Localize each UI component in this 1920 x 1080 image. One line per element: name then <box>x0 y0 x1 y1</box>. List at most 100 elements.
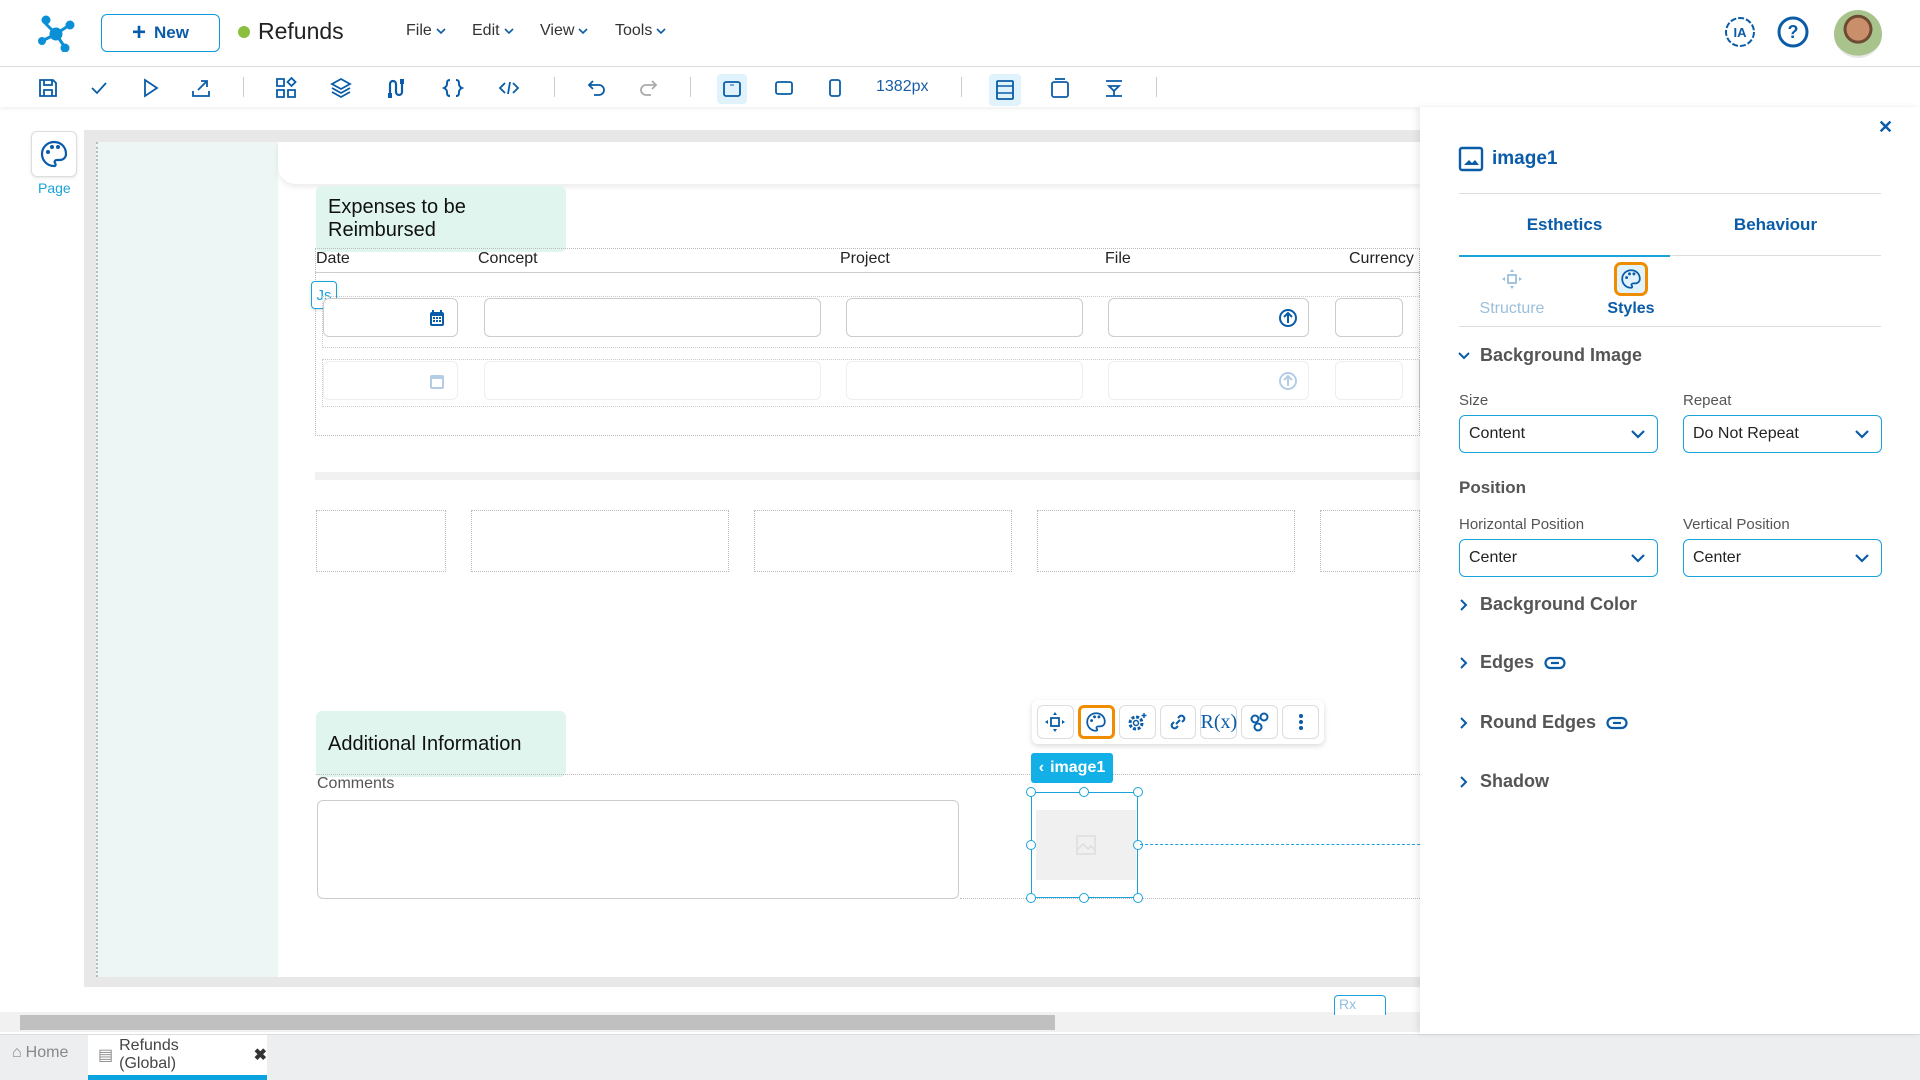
column-header-date[interactable]: Date <box>316 250 350 268</box>
accordion-shadow[interactable]: Shadow <box>1458 771 1549 792</box>
play-icon[interactable] <box>136 74 164 102</box>
calendar-icon[interactable] <box>427 371 447 391</box>
grid-cell[interactable] <box>1320 510 1420 572</box>
project-input[interactable] <box>846 361 1083 400</box>
vertical-position-select[interactable]: Center <box>1683 539 1882 577</box>
active-tab-indicator <box>1459 255 1670 257</box>
menu-file[interactable]: File <box>406 22 446 40</box>
window-icon[interactable] <box>1046 74 1074 102</box>
date-input[interactable] <box>323 361 458 400</box>
braces-icon[interactable] <box>439 74 467 102</box>
rx-badge[interactable]: Rx <box>1334 995 1386 1015</box>
column-header-concept[interactable]: Concept <box>478 250 538 268</box>
section-title-expenses[interactable]: Expenses to be Reimbursed <box>316 186 566 252</box>
tablet-view-icon[interactable] <box>770 74 798 102</box>
currency-input[interactable] <box>1335 298 1403 337</box>
subtab-styles[interactable]: Styles <box>1601 262 1661 318</box>
header-container[interactable] <box>278 142 1420 184</box>
date-input[interactable] <box>323 298 458 337</box>
tab-refunds[interactable]: ▤ Refunds (Global) ✖ <box>88 1035 267 1080</box>
resize-handle[interactable] <box>1133 893 1143 903</box>
accordion-background-color[interactable]: Background Color <box>1458 594 1637 615</box>
column-header-file[interactable]: File <box>1105 250 1131 268</box>
selected-element-tag[interactable]: ‹ image1 <box>1031 753 1113 783</box>
link-button[interactable] <box>1159 705 1197 739</box>
grid-cell[interactable] <box>471 510 729 572</box>
code-icon[interactable] <box>495 74 523 102</box>
toolbar-divider <box>1156 77 1157 97</box>
desktop-view-icon[interactable] <box>717 74 747 104</box>
menu-tools[interactable]: Tools <box>615 22 666 40</box>
grid-cell[interactable] <box>754 510 1012 572</box>
grid-cell[interactable] <box>1037 510 1295 572</box>
menu-view[interactable]: View <box>540 22 588 40</box>
resize-handle[interactable] <box>1079 893 1089 903</box>
tab-home[interactable]: ⌂ Home <box>12 1044 68 1062</box>
calendar-icon[interactable] <box>427 308 447 328</box>
section-title-additional-info[interactable]: Additional Information <box>316 711 566 777</box>
column-header-currency[interactable]: Currency <box>1349 250 1414 268</box>
more-vertical-icon <box>1298 714 1303 730</box>
styles-button[interactable] <box>1077 705 1115 739</box>
subtab-structure[interactable]: Structure <box>1475 262 1549 318</box>
resize-handle[interactable] <box>1133 840 1143 850</box>
link-icon[interactable] <box>1606 716 1628 730</box>
help-icon[interactable]: ? <box>1776 15 1810 49</box>
behaviour-settings-button[interactable] <box>1118 705 1156 739</box>
more-options-button[interactable] <box>1282 705 1319 739</box>
image-placeholder[interactable] <box>1036 810 1136 880</box>
redo-icon[interactable] <box>634 74 662 102</box>
currency-input[interactable] <box>1335 361 1403 400</box>
new-button[interactable]: + New <box>101 14 220 52</box>
accordion-edges[interactable]: Edges <box>1458 652 1566 673</box>
tab-behaviour[interactable]: Behaviour <box>1670 215 1881 235</box>
menu-edit[interactable]: Edit <box>472 22 514 40</box>
resize-handle[interactable] <box>1026 840 1036 850</box>
layout-icon[interactable] <box>989 74 1021 106</box>
column-header-project[interactable]: Project <box>840 250 890 268</box>
canvas-left-column <box>96 142 278 977</box>
resize-handle[interactable] <box>1026 893 1036 903</box>
flows-icon[interactable] <box>382 74 410 102</box>
mobile-view-icon[interactable] <box>821 74 849 102</box>
repeat-select[interactable]: Do Not Repeat <box>1683 415 1882 453</box>
undo-icon[interactable] <box>583 74 611 102</box>
components-icon[interactable] <box>272 74 300 102</box>
file-input[interactable] <box>1108 298 1309 337</box>
user-avatar[interactable] <box>1834 10 1882 58</box>
align-icon[interactable] <box>1100 74 1128 102</box>
ia-assistant-icon[interactable]: IA <box>1723 15 1757 49</box>
resize-handle[interactable] <box>1133 787 1143 797</box>
check-icon[interactable] <box>85 74 113 102</box>
comments-label: Comments <box>317 775 395 792</box>
file-input[interactable] <box>1108 361 1309 400</box>
grid-cell[interactable] <box>316 510 446 572</box>
app-logo-icon[interactable] <box>36 12 76 52</box>
structure-button[interactable] <box>1037 705 1074 739</box>
upload-icon[interactable] <box>1278 308 1298 328</box>
size-select[interactable]: Content <box>1459 415 1658 453</box>
palette-icon <box>1086 712 1106 732</box>
layers-icon[interactable] <box>327 74 355 102</box>
save-icon[interactable] <box>34 74 62 102</box>
export-icon[interactable] <box>187 74 215 102</box>
concept-input[interactable] <box>484 361 821 400</box>
expression-button[interactable]: R(x) <box>1200 705 1238 739</box>
resize-handle[interactable] <box>1079 787 1089 797</box>
accordion-round-edges[interactable]: Round Edges <box>1458 712 1628 733</box>
scrollbar-thumb[interactable] <box>20 1015 1055 1030</box>
close-panel-icon[interactable]: ✕ <box>1878 117 1893 138</box>
accordion-background-image[interactable]: Background Image <box>1458 345 1642 366</box>
connections-button[interactable] <box>1241 705 1279 739</box>
comments-textarea[interactable] <box>317 800 959 899</box>
concept-input[interactable] <box>484 298 821 337</box>
horizontal-position-select[interactable]: Center <box>1459 539 1658 577</box>
viewport-width-readout[interactable]: 1382px <box>876 78 929 96</box>
tab-esthetics[interactable]: Esthetics <box>1459 215 1670 235</box>
page-styles-button[interactable] <box>31 131 77 177</box>
resize-handle[interactable] <box>1026 787 1036 797</box>
link-icon[interactable] <box>1544 656 1566 670</box>
upload-icon[interactable] <box>1278 371 1298 391</box>
close-tab-icon[interactable]: ✖ <box>254 1045 267 1065</box>
project-input[interactable] <box>846 298 1083 337</box>
